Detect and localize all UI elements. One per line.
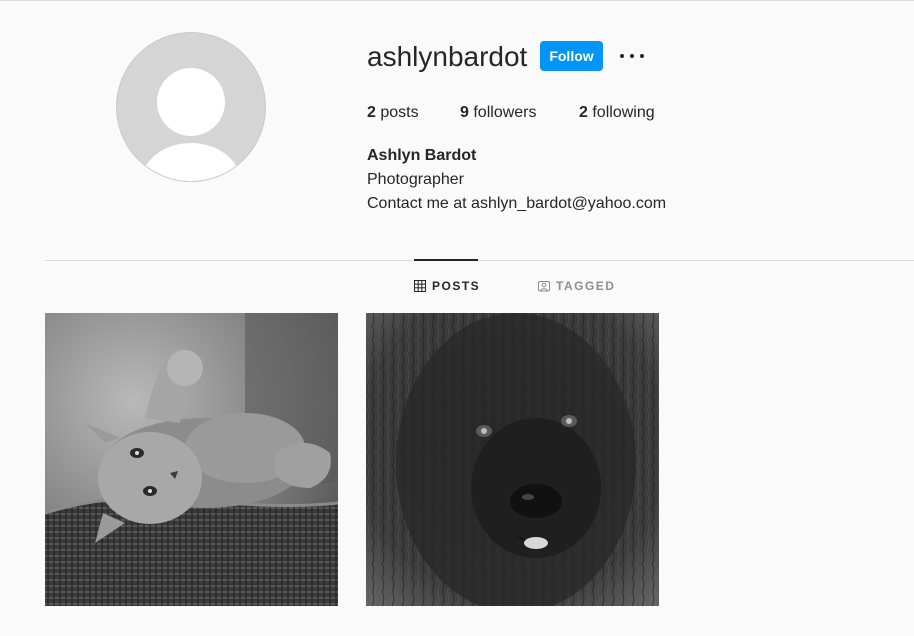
full-name: Ashlyn Bardot bbox=[367, 147, 477, 164]
active-tab-indicator bbox=[414, 259, 478, 261]
tab-posts-label: POSTS bbox=[432, 279, 481, 293]
followers-count: 9 bbox=[460, 104, 469, 121]
avatar-head-shape bbox=[157, 68, 225, 136]
username: ashlynbardot bbox=[367, 41, 528, 72]
top-border bbox=[0, 0, 914, 1]
follow-button[interactable]: Follow bbox=[540, 41, 603, 71]
posts-label: posts bbox=[380, 104, 419, 121]
tab-tagged-label: TAGGED bbox=[556, 279, 616, 293]
following-label: following bbox=[592, 104, 655, 121]
followers-stat[interactable]: 9 followers bbox=[460, 103, 537, 123]
more-options-icon[interactable] bbox=[620, 46, 644, 66]
dot-icon bbox=[620, 54, 624, 58]
dot-icon bbox=[630, 54, 634, 58]
posts-count: 2 bbox=[367, 104, 376, 121]
tagged-icon bbox=[538, 280, 550, 292]
avatar-body-shape bbox=[141, 143, 241, 181]
post-thumbnail-dog[interactable] bbox=[366, 313, 659, 606]
tabs-divider bbox=[45, 260, 914, 261]
grid-icon bbox=[414, 280, 426, 292]
followers-label: followers bbox=[473, 104, 537, 121]
avatar[interactable] bbox=[116, 32, 266, 182]
post-thumbnail-kitten[interactable] bbox=[45, 313, 338, 606]
following-count: 2 bbox=[579, 104, 588, 121]
bio-line: Contact me at ashlyn_bardot@yahoo.com bbox=[367, 195, 667, 212]
bio-line: Photographer bbox=[367, 171, 464, 188]
following-stat[interactable]: 2 following bbox=[579, 103, 655, 123]
tab-posts[interactable]: POSTS bbox=[414, 279, 480, 293]
dog-photo bbox=[366, 313, 659, 606]
tab-tagged[interactable]: TAGGED bbox=[538, 279, 615, 293]
posts-stat: 2 posts bbox=[367, 103, 419, 123]
kitten-photo bbox=[45, 313, 338, 606]
dot-icon bbox=[640, 54, 644, 58]
